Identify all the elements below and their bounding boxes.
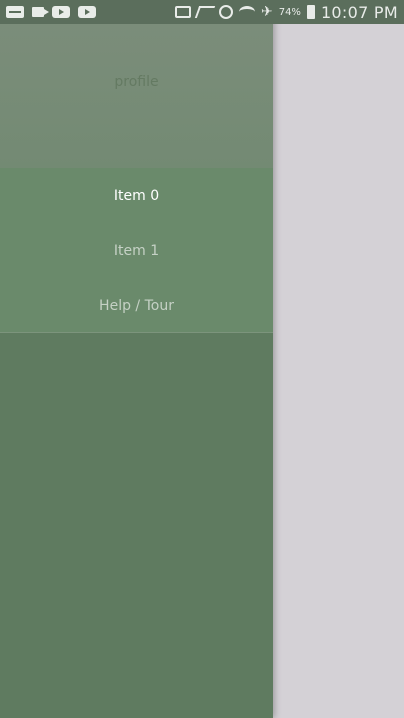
cast-icon [174, 6, 191, 18]
battery-percent: 74% [278, 6, 301, 18]
wifi-icon [238, 6, 255, 18]
drawer-header: profile [0, 24, 273, 168]
airplane-icon: ✈ [260, 4, 273, 20]
menu-item-help-tour[interactable]: Help / Tour [0, 278, 273, 333]
message-icon [6, 6, 24, 18]
play-icon [78, 6, 96, 18]
system-icons: ✈ 74% 10:07 PM [174, 2, 398, 22]
mute-icon [194, 6, 216, 18]
drawer-menu: Item 0 Item 1 Help / Tour [0, 168, 273, 333]
notification-icons [6, 6, 96, 18]
play-icon [52, 6, 70, 18]
menu-item-1[interactable]: Item 1 [0, 223, 273, 278]
alarm-icon [218, 5, 233, 19]
status-time: 10:07 PM [320, 2, 398, 22]
battery-icon [306, 5, 315, 19]
status-bar: ✈ 74% 10:07 PM [0, 0, 404, 24]
profile-label[interactable]: profile [114, 74, 158, 168]
menu-item-0[interactable]: Item 0 [0, 168, 273, 223]
navigation-drawer: profile Item 0 Item 1 Help / Tour [0, 0, 273, 718]
drawer-empty-area [0, 333, 273, 718]
main-content-scrim[interactable] [273, 24, 404, 718]
video-icon [32, 7, 49, 17]
